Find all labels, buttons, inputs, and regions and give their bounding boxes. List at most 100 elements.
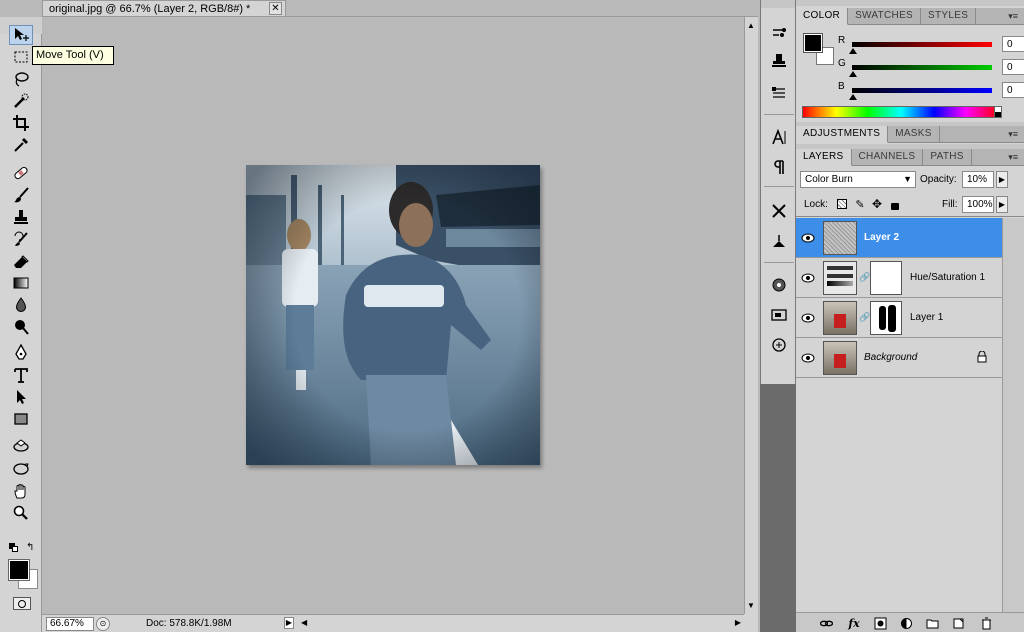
opacity-arrow-icon[interactable]: ▶ xyxy=(996,171,1008,188)
visibility-eye-icon[interactable] xyxy=(799,309,817,327)
document-canvas[interactable] xyxy=(246,165,540,465)
lock-transparent-pixels-icon[interactable] xyxy=(836,198,848,210)
scroll-down-icon[interactable]: ▼ xyxy=(747,601,755,610)
red-slider-track[interactable] xyxy=(852,42,992,47)
default-colors-icon[interactable] xyxy=(9,543,19,553)
horizontal-scrollbar[interactable]: ◀ ▶ xyxy=(298,614,744,632)
marquee-tool[interactable] xyxy=(9,47,33,67)
dock-info-button[interactable] xyxy=(769,336,789,354)
layer-name[interactable]: Layer 1 xyxy=(910,312,943,323)
tab-adjustments[interactable]: ADJUSTMENTS xyxy=(796,126,889,143)
layer-row-layer-1[interactable]: 🔗 Layer 1 xyxy=(796,298,1002,338)
zoom-tool[interactable] xyxy=(9,503,33,523)
blur-tool[interactable] xyxy=(9,295,33,315)
3d-orbit-tool[interactable] xyxy=(9,459,33,479)
swap-colors-icon[interactable]: ↰ xyxy=(26,542,34,553)
red-slider[interactable]: R xyxy=(838,35,1024,54)
dock-character-button[interactable] xyxy=(769,128,789,146)
layers-scrollbar[interactable] xyxy=(1002,218,1024,612)
dock-paragraph-button[interactable] xyxy=(769,158,789,176)
visibility-eye-icon[interactable] xyxy=(799,269,817,287)
tab-masks[interactable]: MASKS xyxy=(888,126,940,143)
dock-tool-presets-button[interactable] xyxy=(769,84,789,102)
layer-row-background[interactable]: Background xyxy=(796,338,1002,378)
lasso-tool[interactable] xyxy=(9,69,33,89)
mask-link-icon[interactable]: 🔗 xyxy=(859,312,870,324)
layer-mask-thumbnail[interactable] xyxy=(870,301,902,335)
dock-history-button[interactable] xyxy=(769,232,789,250)
tab-styles[interactable]: STYLES xyxy=(921,8,977,25)
scroll-up-icon[interactable]: ▲ xyxy=(747,21,755,30)
blue-slider-handle[interactable] xyxy=(849,94,857,100)
blend-mode-select[interactable]: Color Burn ▼ xyxy=(800,171,916,188)
3d-rotate-tool[interactable] xyxy=(9,437,33,457)
type-tool[interactable] xyxy=(9,365,33,385)
layer-name[interactable]: Layer 2 xyxy=(864,232,899,243)
dock-clone-source-button[interactable] xyxy=(769,52,789,70)
opacity-field[interactable]: 10% xyxy=(962,171,994,188)
quick-mask-button[interactable] xyxy=(13,597,31,610)
vertical-scrollbar[interactable]: ▲ ▼ xyxy=(744,17,758,614)
fill-arrow-icon[interactable]: ▶ xyxy=(996,196,1008,213)
eyedropper-tool[interactable] xyxy=(9,135,33,155)
foreground-color-swatch[interactable] xyxy=(8,559,30,581)
red-value-field[interactable] xyxy=(1002,36,1024,52)
lock-image-pixels-icon[interactable]: ✎ xyxy=(854,198,866,211)
panel-group-grip[interactable] xyxy=(796,0,1024,6)
document-tab[interactable]: original.jpg @ 66.7% (Layer 2, RGB/8#) *… xyxy=(42,0,286,16)
adjustments-panel-menu-icon[interactable]: ▾≡ xyxy=(1008,126,1018,142)
tab-channels[interactable]: CHANNELS xyxy=(852,149,924,166)
layer-row-hue-saturation[interactable]: 🔗 Hue/Saturation 1 xyxy=(796,258,1002,298)
hand-tool[interactable] xyxy=(9,481,33,501)
add-mask-button[interactable] xyxy=(872,616,888,630)
healing-brush-tool[interactable] xyxy=(9,163,33,183)
visibility-eye-icon[interactable] xyxy=(799,229,817,247)
tab-layers[interactable]: LAYERS xyxy=(796,149,852,166)
blue-slider-track[interactable] xyxy=(852,88,992,93)
green-slider-handle[interactable] xyxy=(849,71,857,77)
close-document-icon[interactable]: ✕ xyxy=(269,2,282,15)
clone-stamp-tool[interactable] xyxy=(9,207,33,227)
move-tool[interactable] xyxy=(9,25,33,45)
tab-color[interactable]: COLOR xyxy=(796,8,849,25)
color-panel-menu-icon[interactable]: ▾≡ xyxy=(1008,8,1018,24)
eraser-tool[interactable] xyxy=(9,251,33,271)
new-adjustment-layer-button[interactable] xyxy=(898,616,914,630)
mask-link-icon[interactable]: 🔗 xyxy=(859,272,870,284)
delete-layer-button[interactable] xyxy=(978,616,994,630)
layer-row-layer-2[interactable]: Layer 2 xyxy=(796,218,1002,258)
scroll-right-icon[interactable]: ▶ xyxy=(735,618,741,627)
zoom-level-field[interactable]: 66.67% xyxy=(46,616,94,631)
visibility-eye-icon[interactable] xyxy=(799,349,817,367)
link-layers-button[interactable] xyxy=(818,616,834,630)
layer-mask-thumbnail[interactable] xyxy=(870,261,902,295)
fill-field[interactable]: 100% xyxy=(962,196,994,213)
status-menu-arrow-icon[interactable]: ▶ xyxy=(284,617,294,629)
pen-tool[interactable] xyxy=(9,343,33,363)
lock-all-icon[interactable] xyxy=(889,198,901,210)
new-layer-button[interactable] xyxy=(950,616,966,630)
layer-name[interactable]: Hue/Saturation 1 xyxy=(910,272,985,283)
layer-style-button[interactable]: fx xyxy=(846,616,862,630)
tab-paths[interactable]: PATHS xyxy=(923,149,972,166)
dock-brushes-button[interactable] xyxy=(769,24,789,42)
crop-tool[interactable] xyxy=(9,113,33,133)
gradient-tool[interactable] xyxy=(9,273,33,293)
lock-position-icon[interactable]: ✥ xyxy=(871,197,883,211)
dock-actions-button[interactable] xyxy=(769,202,789,220)
color-spectrum-bar[interactable] xyxy=(802,106,1000,118)
dodge-tool[interactable] xyxy=(9,317,33,337)
blue-value-field[interactable] xyxy=(1002,82,1024,98)
dock-navigator-button[interactable] xyxy=(769,306,789,324)
dock-grip[interactable] xyxy=(761,0,795,8)
history-brush-tool[interactable] xyxy=(9,229,33,249)
status-info-icon[interactable]: ⊙ xyxy=(96,616,110,631)
green-slider[interactable]: G xyxy=(838,58,1024,77)
spectrum-black-white[interactable] xyxy=(994,106,1002,118)
quick-selection-tool[interactable] xyxy=(9,91,33,111)
green-slider-track[interactable] xyxy=(852,65,992,70)
path-selection-tool[interactable] xyxy=(9,387,33,407)
green-value-field[interactable] xyxy=(1002,59,1024,75)
layer-name[interactable]: Background xyxy=(864,352,917,363)
red-slider-handle[interactable] xyxy=(849,48,857,54)
